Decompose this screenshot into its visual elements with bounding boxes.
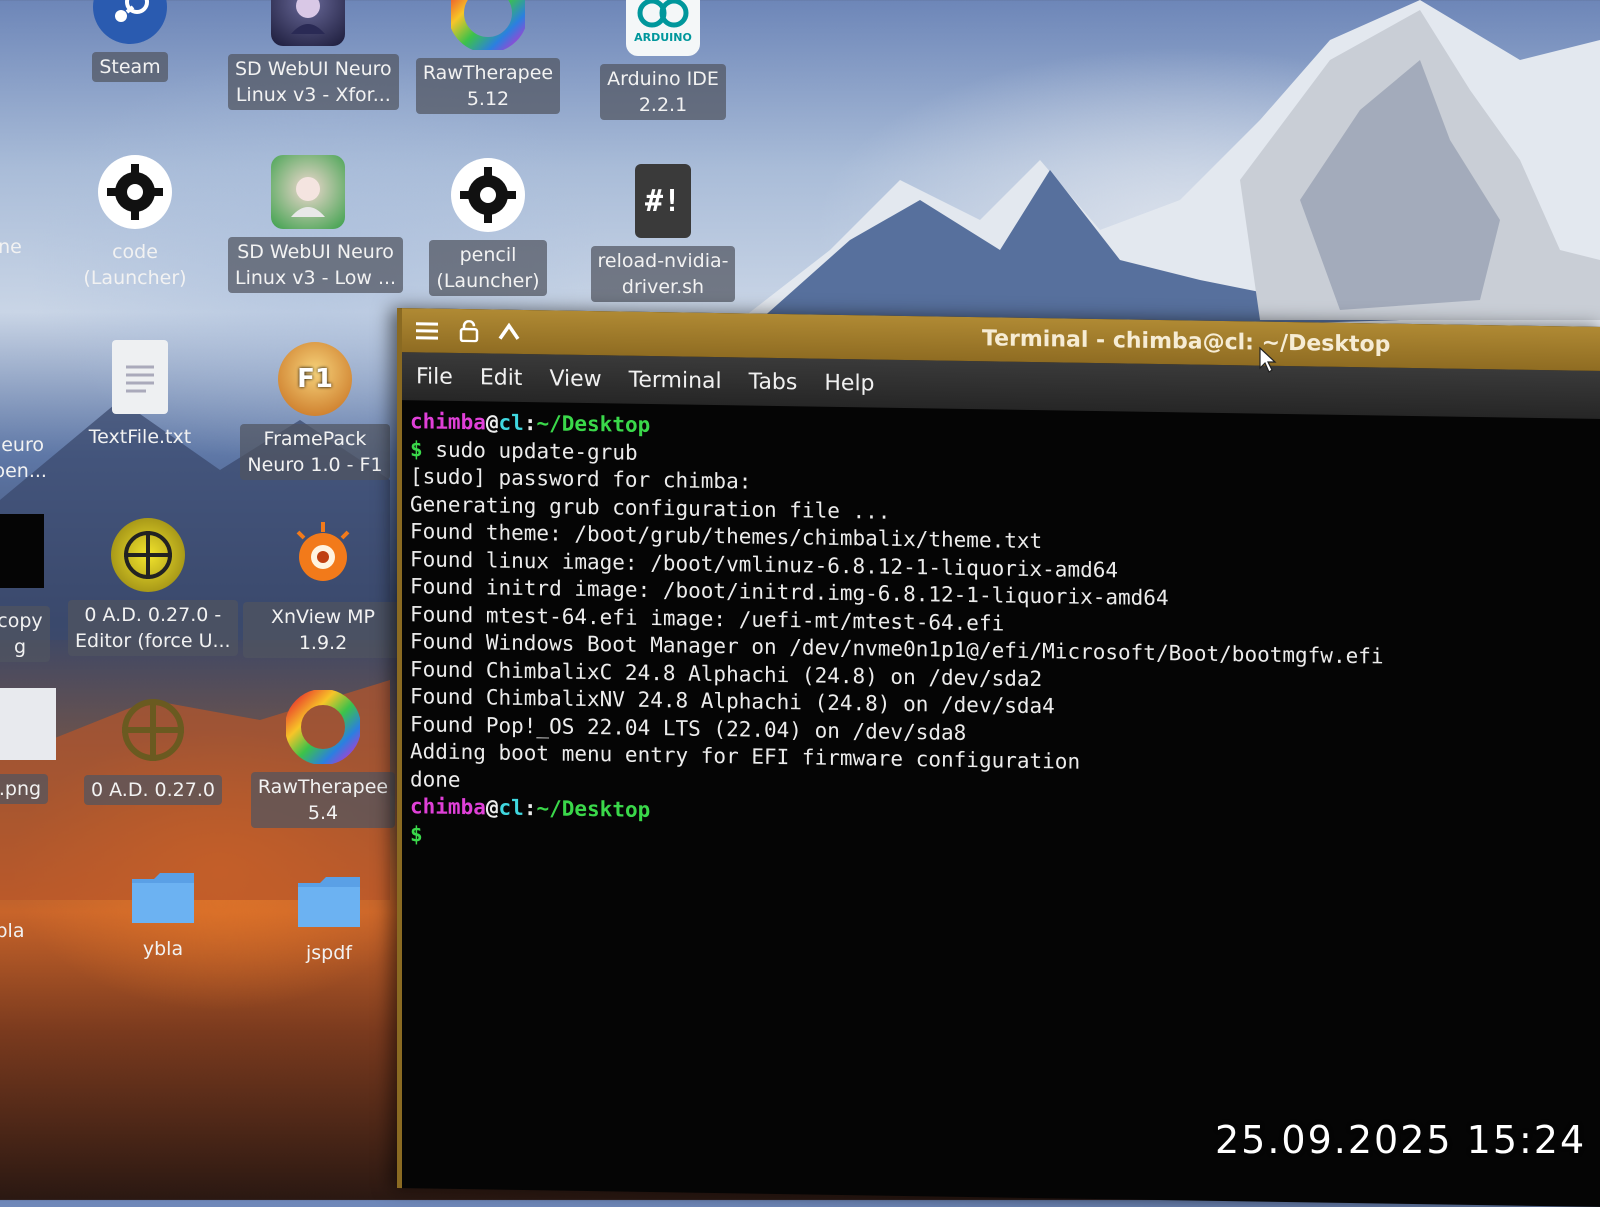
text-file-icon xyxy=(112,340,168,414)
prompt-path: ~/Desktop xyxy=(536,411,651,437)
desktop-icon-xnview[interactable]: XnView MP 1.9.2 xyxy=(243,520,403,658)
prompt-path: ~/Desktop xyxy=(536,796,651,822)
anime-avatar-icon xyxy=(271,155,345,229)
window-menu-icon[interactable] xyxy=(414,317,440,343)
desktop-icon-label: leuro pen... xyxy=(0,434,47,482)
prompt-separator: : xyxy=(523,795,537,821)
menu-edit[interactable]: Edit xyxy=(480,365,523,391)
desktop-icon-label: FramePack Neuro 1.0 - F1 xyxy=(240,424,390,480)
terminal-output[interactable]: chimba@cl:~/Desktop $ sudo update-grub [su… xyxy=(402,400,1600,867)
script-icon: #! xyxy=(635,164,691,238)
desktop-icon-label: ybla xyxy=(142,938,184,960)
menu-help[interactable]: Help xyxy=(824,370,874,396)
crosshair-icon xyxy=(111,518,185,592)
desktop-icon-pencil-launcher[interactable]: pencil (Launcher) xyxy=(413,158,563,296)
chevron-up-icon[interactable] xyxy=(496,319,522,345)
framepack-icon: F1 xyxy=(278,342,352,416)
desktop-icon-textfile[interactable]: TextFile.txt xyxy=(65,340,215,452)
desktop-icon-partial-bla[interactable]: bla xyxy=(0,858,85,946)
desktop-icon-rawtherapee-512[interactable]: RawTherapee 5.12 xyxy=(413,0,563,114)
crosshair-icon xyxy=(116,693,190,767)
partial-image-thumbnail xyxy=(0,688,56,760)
arduino-icon: ARDUINO xyxy=(626,0,700,56)
framepack-icon-text: F1 xyxy=(297,364,333,394)
desktop-icon-0ad[interactable]: 0 A.D. 0.27.0 xyxy=(78,693,228,805)
desktop-icon-label: code (Launcher) xyxy=(83,241,187,289)
desktop-icon-label: XnView MP 1.9.2 xyxy=(243,602,403,658)
menu-tabs[interactable]: Tabs xyxy=(749,369,798,395)
color-wheel-icon xyxy=(451,0,525,50)
prompt-host: cl xyxy=(498,795,524,820)
desktop-icon-label: ne xyxy=(0,236,22,258)
lock-icon[interactable] xyxy=(456,318,482,344)
desktop-icon-label: jspdf xyxy=(306,942,352,964)
color-wheel-icon xyxy=(286,690,360,764)
desktop-icon-rawtherapee-54[interactable]: RawTherapee 5.4 xyxy=(248,690,398,828)
desktop-icon-label: SD WebUI Neuro Linux v3 - Xfor... xyxy=(228,54,399,110)
desktop-icon-sdwebui-low[interactable]: SD WebUI Neuro Linux v3 - Low ... xyxy=(228,155,404,293)
prompt-separator: : xyxy=(523,410,537,436)
anime-avatar-icon xyxy=(271,0,345,46)
photo-timestamp: 25.09.2025 15:24 xyxy=(1215,1118,1587,1162)
terminal-window[interactable]: Terminal - chimba@cl: ~/Desktop File Edi… xyxy=(397,308,1600,1207)
desktop-icon-label: RawTherapee 5.12 xyxy=(415,58,561,114)
desktop-icon-label: Arduino IDE 2.2.1 xyxy=(600,64,726,120)
desktop-icon-label: reload-nvidia- driver.sh xyxy=(590,246,736,302)
gear-icon xyxy=(451,158,525,232)
desktop-icon-steam[interactable]: Steam xyxy=(55,0,205,82)
desktop-icon-label: SD WebUI Neuro Linux v3 - Low ... xyxy=(228,237,404,293)
prompt-dollar: $ xyxy=(410,436,423,461)
arduino-icon-text: ARDUINO xyxy=(634,31,692,44)
command-text: sudo update-grub xyxy=(435,437,638,465)
desktop-icon-label: copy g xyxy=(0,606,50,662)
partial-dark-thumbnail xyxy=(0,514,44,588)
menu-file[interactable]: File xyxy=(416,364,453,390)
folder-icon xyxy=(126,868,200,926)
desktop-icon-label: bla xyxy=(0,920,25,942)
xnview-icon xyxy=(286,520,360,594)
desktop-icon-reload-nvidia[interactable]: #! reload-nvidia- driver.sh xyxy=(588,164,738,302)
window-title: Terminal - chimba@cl: ~/Desktop xyxy=(982,326,1391,358)
desktop-icon-label: 0 A.D. 0.27.0 - Editor (force U... xyxy=(68,600,238,656)
steam-icon xyxy=(93,0,167,44)
desktop-icon-jspdf[interactable]: jspdf xyxy=(254,872,404,968)
desktop-icon-label: Steam xyxy=(92,52,168,82)
desktop-icon-label: pencil (Launcher) xyxy=(429,240,547,296)
desktop-icon-label: .png xyxy=(0,774,49,804)
desktop-icon-ybla[interactable]: ybla xyxy=(88,868,238,964)
partial-icon xyxy=(0,858,25,908)
desktop-icon-code-launcher[interactable]: code (Launcher) xyxy=(55,155,215,293)
prompt-user: chimba xyxy=(410,409,486,435)
menu-view[interactable]: View xyxy=(549,366,601,392)
prompt-dollar: $ xyxy=(410,821,423,846)
desktop-icon-label: RawTherapee 5.4 xyxy=(250,772,396,828)
prompt-user: chimba xyxy=(410,794,486,820)
gear-icon xyxy=(98,155,172,229)
desktop-icon-sdwebui-xformers[interactable]: SD WebUI Neuro Linux v3 - Xfor... xyxy=(228,0,399,110)
prompt-at: @ xyxy=(485,795,499,820)
desktop-icon-label: TextFile.txt xyxy=(88,426,192,448)
prompt-host: cl xyxy=(498,410,524,435)
script-icon-text: #! xyxy=(644,183,682,219)
desktop-icon-0ad-editor[interactable]: 0 A.D. 0.27.0 - Editor (force U... xyxy=(68,518,238,656)
desktop-icon-label: 0 A.D. 0.27.0 xyxy=(84,775,222,805)
mouse-pointer-icon xyxy=(1259,346,1277,373)
prompt-at: @ xyxy=(485,410,499,435)
folder-icon xyxy=(292,872,366,930)
desktop-icon-framepack[interactable]: F1 FramePack Neuro 1.0 - F1 xyxy=(240,342,390,480)
menu-terminal[interactable]: Terminal xyxy=(629,367,722,393)
desktop-icon-arduino[interactable]: ARDUINO Arduino IDE 2.2.1 xyxy=(588,0,738,120)
